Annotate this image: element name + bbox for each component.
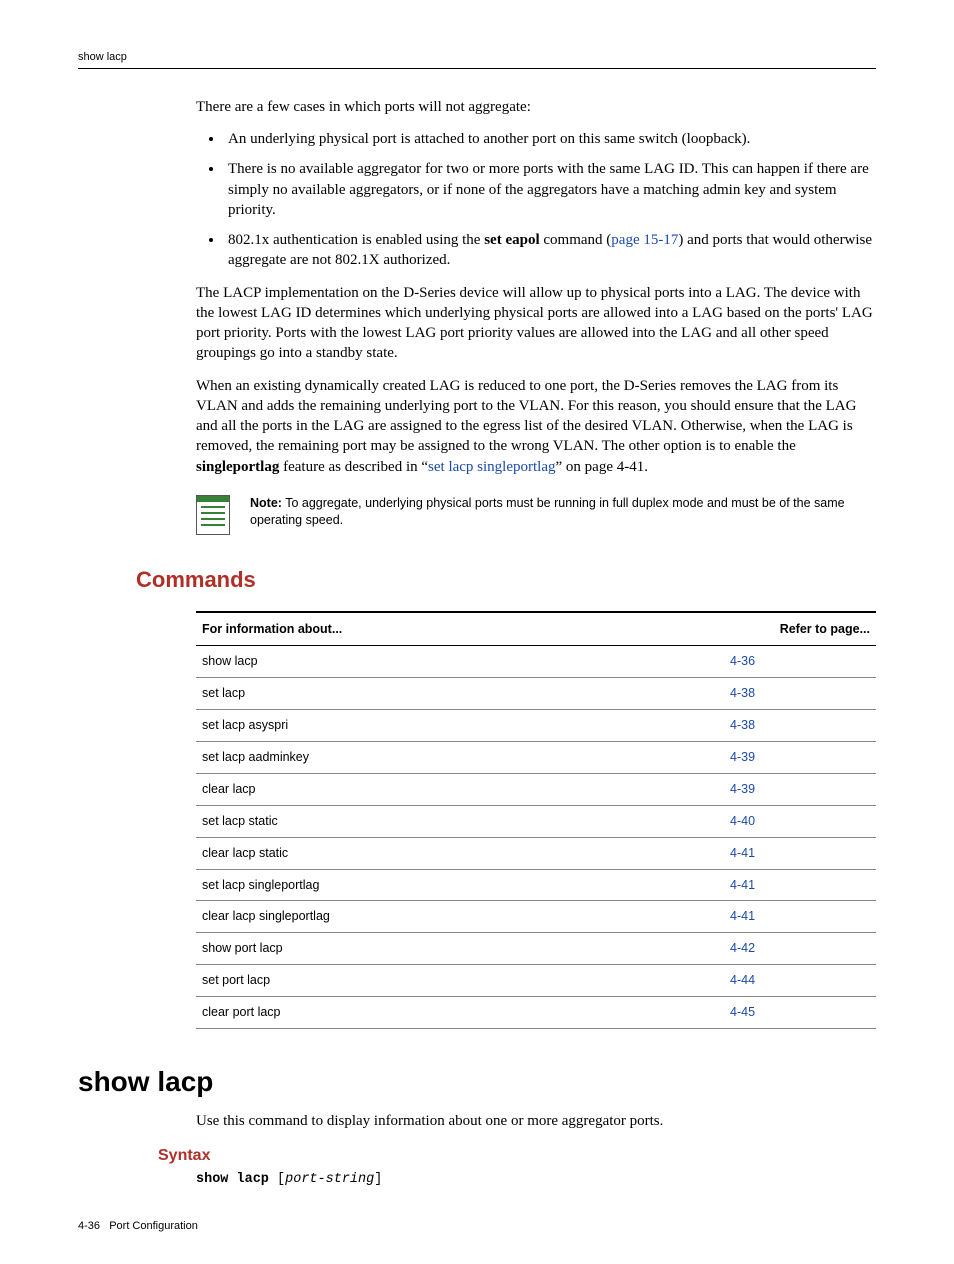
command-cell: set port lacp — [196, 965, 724, 997]
table-header: Refer to page... — [724, 612, 876, 646]
syntax-code: show lacp [port-string] — [196, 1171, 876, 1189]
page-link[interactable]: 4-39 — [724, 742, 876, 774]
intro-paragraph: There are a few cases in which ports wil… — [196, 97, 876, 117]
command-cell: set lacp — [196, 678, 724, 710]
table-row: clear port lacp4-45 — [196, 997, 876, 1029]
note-icon — [196, 495, 230, 535]
page-link[interactable]: 4-38 — [724, 678, 876, 710]
page-link[interactable]: 4-45 — [724, 997, 876, 1029]
command-cell: show lacp — [196, 646, 724, 678]
paragraph: When an existing dynamically created LAG… — [196, 376, 876, 477]
page-link[interactable]: 4-42 — [724, 933, 876, 965]
table-row: set lacp asyspri4-38 — [196, 710, 876, 742]
table-row: show port lacp4-42 — [196, 933, 876, 965]
table-header: For information about... — [196, 612, 724, 646]
command-cell: set lacp static — [196, 805, 724, 837]
command-cell: show port lacp — [196, 933, 724, 965]
command-cell: set lacp singleportlag — [196, 869, 724, 901]
page-footer: 4-36 Port Configuration — [78, 1219, 876, 1234]
table-row: show lacp4-36 — [196, 646, 876, 678]
command-cell: clear port lacp — [196, 997, 724, 1029]
table-row: set lacp singleportlag4-41 — [196, 869, 876, 901]
page-link[interactable]: 4-40 — [724, 805, 876, 837]
table-row: set lacp4-38 — [196, 678, 876, 710]
command-cell: clear lacp static — [196, 837, 724, 869]
bullet-item: 802.1x authentication is enabled using t… — [224, 230, 876, 271]
page-link[interactable]: 4-41 — [724, 901, 876, 933]
commands-table: For information about... Refer to page..… — [196, 611, 876, 1029]
note-block: Note: To aggregate, underlying physical … — [196, 495, 876, 535]
command-cell: set lacp asyspri — [196, 710, 724, 742]
section-description: Use this command to display information … — [196, 1111, 876, 1131]
section-title: show lacp — [78, 1063, 876, 1101]
page-link[interactable]: 4-41 — [724, 869, 876, 901]
page-link[interactable]: page 15-17 — [611, 232, 678, 248]
command-cell: set lacp aadminkey — [196, 742, 724, 774]
table-row: clear lacp singleportlag4-41 — [196, 901, 876, 933]
page-link[interactable]: 4-36 — [724, 646, 876, 678]
table-row: set port lacp4-44 — [196, 965, 876, 997]
table-row: set lacp aadminkey4-39 — [196, 742, 876, 774]
command-cell: clear lacp singleportlag — [196, 901, 724, 933]
syntax-heading: Syntax — [158, 1145, 876, 1167]
bullet-list: An underlying physical port is attached … — [196, 129, 876, 271]
command-cell: clear lacp — [196, 773, 724, 805]
bullet-item: There is no available aggregator for two… — [224, 159, 876, 220]
page-link[interactable]: 4-44 — [724, 965, 876, 997]
page-link[interactable]: 4-39 — [724, 773, 876, 805]
commands-heading: Commands — [136, 565, 876, 595]
table-row: clear lacp static4-41 — [196, 837, 876, 869]
table-row: clear lacp4-39 — [196, 773, 876, 805]
page-link[interactable]: 4-41 — [724, 837, 876, 869]
bullet-item: An underlying physical port is attached … — [224, 129, 876, 149]
page-link[interactable]: 4-38 — [724, 710, 876, 742]
note-text: Note: To aggregate, underlying physical … — [250, 495, 876, 529]
running-header: show lacp — [78, 50, 876, 69]
paragraph: The LACP implementation on the D-Series … — [196, 283, 876, 364]
page-link[interactable]: set lacp singleportlag — [428, 459, 555, 475]
table-row: set lacp static4-40 — [196, 805, 876, 837]
